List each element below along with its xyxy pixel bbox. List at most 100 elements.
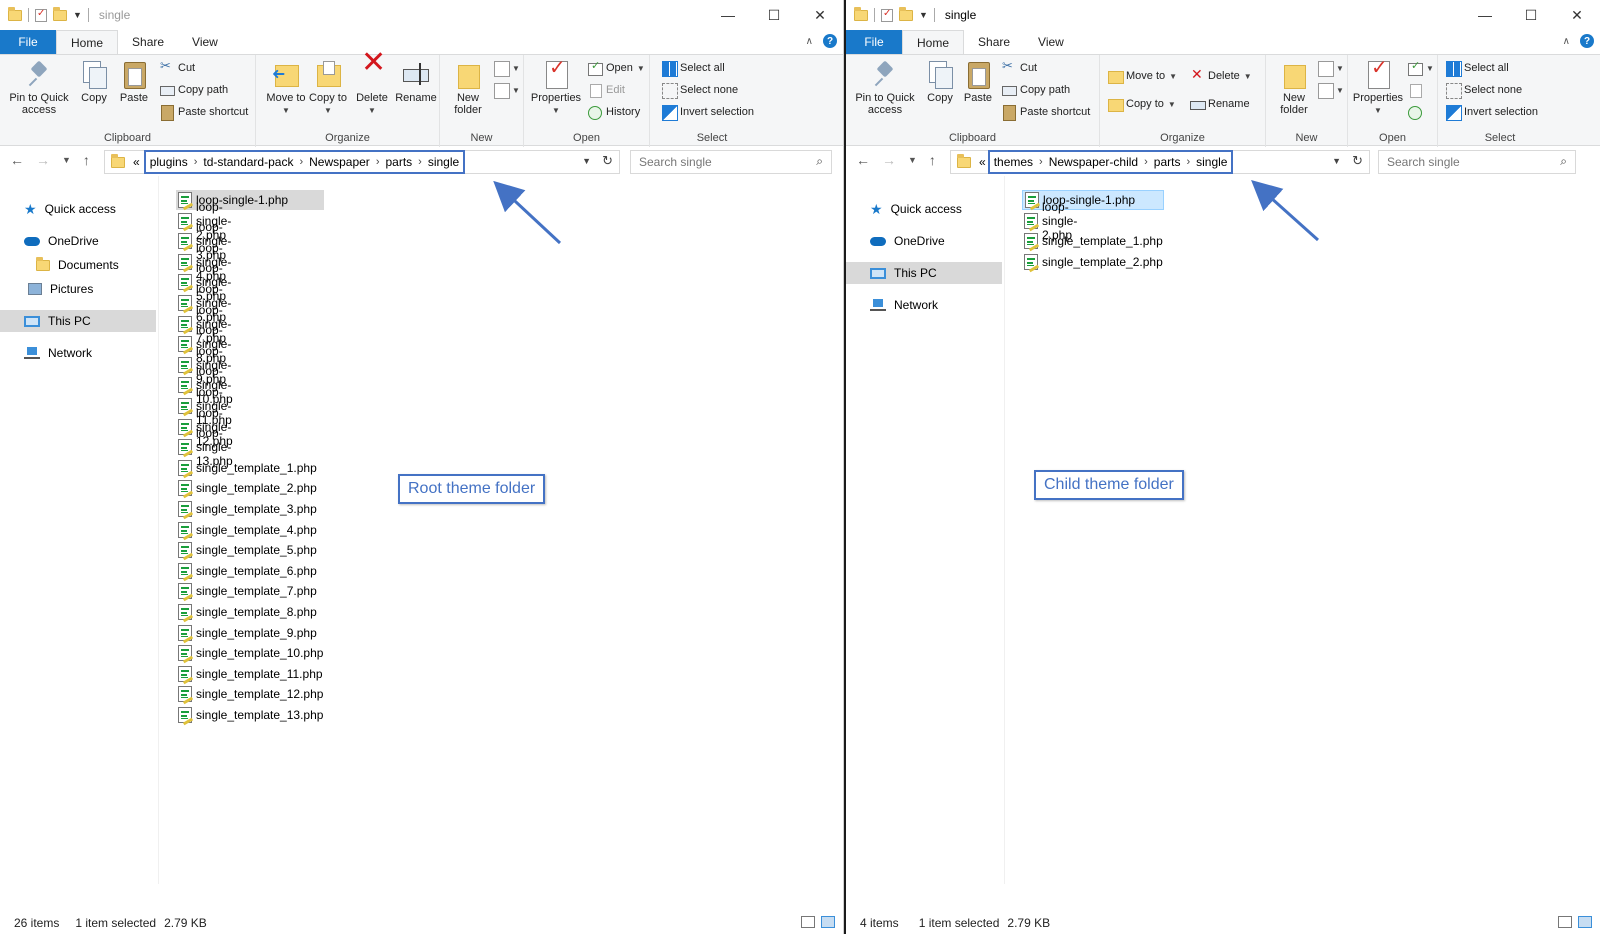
- help-icon[interactable]: ?: [1580, 34, 1594, 48]
- close-icon[interactable]: ✕: [797, 0, 843, 30]
- history-button[interactable]: History: [588, 105, 640, 120]
- file-item[interactable]: loop-single-2.php: [1022, 200, 1085, 242]
- open-button[interactable]: Open▼: [588, 59, 645, 76]
- nav-item-this-pc[interactable]: This PC: [846, 262, 1002, 284]
- select-none-button[interactable]: Select none: [1446, 83, 1522, 99]
- forward-arrow-icon[interactable]: →: [36, 152, 50, 168]
- address-dropdown-icon[interactable]: ▼: [1332, 156, 1341, 166]
- easy-access-button[interactable]: ▼: [494, 83, 520, 99]
- pin-to-quick-access-button[interactable]: Pin to Quick access: [850, 59, 920, 116]
- tab-share[interactable]: Share: [964, 30, 1024, 54]
- edit-button[interactable]: [1408, 83, 1422, 98]
- file-item[interactable]: single_template_8.php: [176, 602, 325, 622]
- properties-qat-icon[interactable]: [881, 8, 893, 22]
- customize-qat-icon[interactable]: ▼: [73, 10, 82, 20]
- breadcrumb-item[interactable]: parts: [1154, 155, 1181, 169]
- invert-selection-button[interactable]: Invert selection: [1446, 105, 1538, 121]
- paste-button[interactable]: Paste: [116, 59, 152, 104]
- chevron-right-icon[interactable]: ›: [1144, 156, 1148, 168]
- chevron-right-icon[interactable]: ›: [376, 156, 380, 168]
- tab-home[interactable]: Home: [56, 30, 119, 54]
- chevron-right-icon[interactable]: ›: [299, 156, 303, 168]
- edit-button[interactable]: Edit: [588, 83, 625, 98]
- new-folder-button[interactable]: New folder: [1272, 59, 1316, 116]
- select-none-button[interactable]: Select none: [662, 83, 738, 99]
- move-to-button[interactable]: Move to▼: [1108, 69, 1177, 84]
- overflow-chevron[interactable]: «: [133, 155, 140, 169]
- recent-locations-icon[interactable]: ▼: [908, 155, 917, 165]
- file-item[interactable]: single_template_4.php: [176, 520, 325, 540]
- properties-button[interactable]: Properties▼: [1352, 59, 1404, 117]
- new-item-button[interactable]: ▼: [494, 61, 520, 77]
- nav-item-network[interactable]: Network: [866, 294, 1002, 316]
- nav-item-this-pc[interactable]: This PC: [0, 310, 156, 332]
- chevron-right-icon[interactable]: ›: [418, 156, 422, 168]
- file-item[interactable]: single_template_5.php: [176, 540, 325, 560]
- delete-button[interactable]: Delete▼: [1190, 66, 1252, 83]
- minimize-icon[interactable]: —: [1462, 0, 1508, 30]
- back-arrow-icon[interactable]: ←: [10, 152, 24, 168]
- file-item[interactable]: single_template_3.php: [176, 499, 325, 519]
- select-all-button[interactable]: Select all: [662, 61, 725, 77]
- cut-button[interactable]: Cut: [1002, 58, 1037, 75]
- help-icon[interactable]: ?: [823, 34, 837, 48]
- paste-shortcut-button[interactable]: Paste shortcut: [1002, 105, 1090, 121]
- new-folder-button[interactable]: New folder: [446, 59, 490, 116]
- breadcrumb-item[interactable]: parts: [385, 155, 412, 169]
- copy-path-button[interactable]: Copy path: [1002, 83, 1070, 97]
- file-item[interactable]: single_template_11.php: [176, 664, 331, 684]
- file-item[interactable]: single_template_2.php: [176, 478, 325, 498]
- breadcrumb-item[interactable]: themes: [994, 155, 1033, 169]
- tab-home[interactable]: Home: [902, 30, 965, 54]
- invert-selection-button[interactable]: Invert selection: [662, 105, 754, 121]
- nav-item-pictures[interactable]: Pictures: [24, 278, 156, 300]
- customize-qat-icon[interactable]: ▼: [919, 10, 928, 20]
- breadcrumb-item[interactable]: plugins: [150, 155, 188, 169]
- file-item[interactable]: single_template_9.php: [176, 623, 325, 643]
- new-item-button[interactable]: ▼: [1318, 61, 1344, 77]
- back-arrow-icon[interactable]: ←: [856, 152, 870, 168]
- nav-item-onedrive[interactable]: OneDrive: [20, 230, 156, 252]
- address-bar[interactable]: « themes › Newspaper-child › parts › single ▼ …: [950, 150, 1370, 174]
- file-item[interactable]: single_template_7.php: [176, 581, 325, 601]
- cut-button[interactable]: Cut: [160, 58, 195, 75]
- forward-arrow-icon[interactable]: →: [882, 152, 896, 168]
- search-input[interactable]: Search single ⌕: [630, 150, 832, 174]
- nav-item-documents[interactable]: Documents: [32, 254, 156, 276]
- nav-item-network[interactable]: Network: [20, 342, 156, 364]
- close-icon[interactable]: ✕: [1554, 0, 1600, 30]
- rename-button[interactable]: Rename: [394, 59, 438, 104]
- file-item[interactable]: single_template_13.php: [176, 705, 331, 725]
- refresh-icon[interactable]: ↻: [1352, 153, 1363, 169]
- copy-to-button[interactable]: Copy to ▼: [1108, 97, 1176, 112]
- delete-button[interactable]: Delete▼: [352, 57, 392, 117]
- collapse-ribbon-icon[interactable]: ∧: [806, 36, 813, 47]
- details-view-icon[interactable]: [1558, 916, 1572, 928]
- collapse-ribbon-icon[interactable]: ∧: [1563, 36, 1570, 47]
- nav-item-onedrive[interactable]: OneDrive: [866, 230, 1002, 252]
- tab-share[interactable]: Share: [118, 30, 178, 54]
- chevron-right-icon[interactable]: ›: [1186, 156, 1190, 168]
- overflow-chevron[interactable]: «: [979, 155, 986, 169]
- copy-button[interactable]: Copy: [922, 59, 958, 104]
- address-dropdown-icon[interactable]: ▼: [582, 156, 591, 166]
- open-button[interactable]: ▼: [1408, 59, 1434, 76]
- large-icons-view-icon[interactable]: [1578, 916, 1592, 928]
- recent-locations-icon[interactable]: ▼: [62, 155, 71, 165]
- breadcrumb-item[interactable]: single: [1196, 155, 1227, 169]
- move-to-button[interactable]: Move to▼: [266, 59, 306, 117]
- file-item[interactable]: single_template_1.php: [176, 458, 325, 478]
- breadcrumb-item[interactable]: Newspaper: [309, 155, 370, 169]
- breadcrumb-item[interactable]: Newspaper-child: [1049, 155, 1138, 169]
- search-input[interactable]: Search single ⌕: [1378, 150, 1576, 174]
- file-item[interactable]: single_template_10.php: [176, 643, 331, 663]
- properties-qat-icon[interactable]: [35, 8, 47, 22]
- minimize-icon[interactable]: —: [705, 0, 751, 30]
- paste-button[interactable]: Paste: [960, 59, 996, 104]
- maximize-icon[interactable]: ☐: [1508, 0, 1554, 30]
- address-bar[interactable]: « plugins › td-standard-pack › Newspaper › par…: [104, 150, 620, 174]
- new-folder-qat-icon[interactable]: [53, 6, 67, 21]
- rename-button[interactable]: Rename: [1190, 97, 1250, 111]
- tab-view[interactable]: View: [1024, 30, 1078, 54]
- pin-to-quick-access-button[interactable]: Pin to Quick access: [4, 59, 74, 116]
